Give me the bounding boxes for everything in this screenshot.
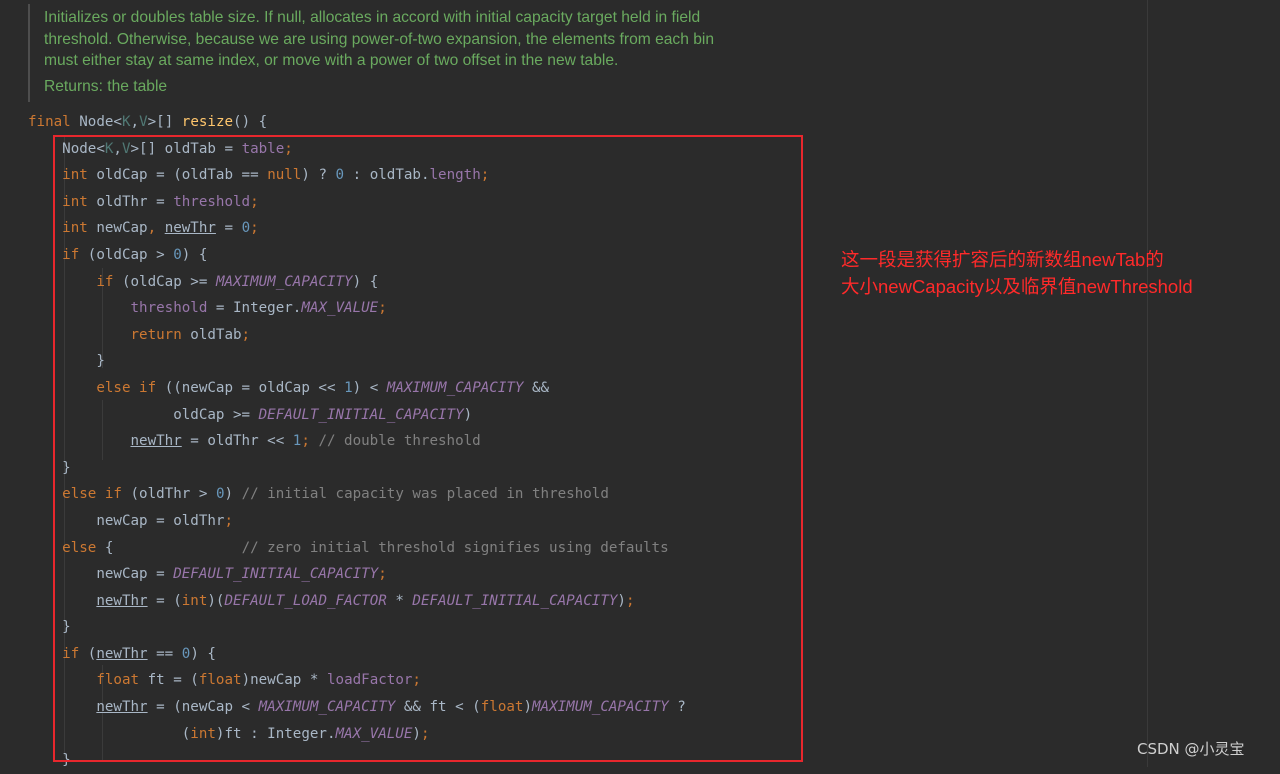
code-token: K	[121, 114, 131, 130]
code-token: Node<	[79, 114, 122, 130]
javadoc-returns: Returns: the table	[44, 78, 168, 96]
code-token: () {	[233, 114, 268, 130]
code-token: V	[139, 114, 148, 130]
annotation-text: 这一段是获得扩容后的新数组newTab的 大小newCapacity以及临界值n…	[841, 246, 1193, 300]
javadoc-line: must either stay at same index, or move …	[44, 52, 619, 70]
code-editor[interactable]: Initializes or doubles table size. If nu…	[0, 0, 1280, 768]
right-margin-guide	[1147, 0, 1148, 767]
annotation-line: 这一段是获得扩容后的新数组newTab的	[841, 249, 1164, 270]
code-token: ,	[130, 114, 140, 130]
annotation-line: 大小newCapacity以及临界值newThreshold	[841, 276, 1193, 297]
watermark: CSDN @小灵宝	[1137, 740, 1245, 758]
rendered-javadoc: Initializes or doubles table size. If nu…	[44, 7, 804, 98]
code-token: final	[28, 114, 80, 130]
highlight-box	[53, 135, 803, 762]
javadoc-line: Initializes or doubles table size. If nu…	[44, 9, 701, 26]
javadoc-line: threshold. Otherwise, because we are usi…	[44, 30, 715, 48]
doc-comment-bar	[28, 4, 30, 102]
code-token: >[]	[147, 114, 182, 130]
code-token: resize	[181, 114, 234, 130]
code-line[interactable]: final Node<K,V>[] resize() {	[0, 109, 1140, 136]
